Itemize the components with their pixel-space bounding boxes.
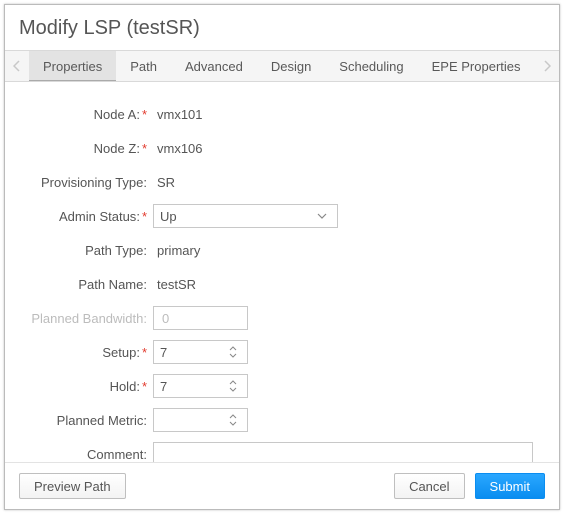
row-planned-bandwidth: Planned Bandwidth: <box>23 302 541 334</box>
properties-form: Node A:* vmx101 Node Z:* vmx106 Provisio… <box>5 82 559 462</box>
chevron-down-icon <box>313 213 331 219</box>
spinner-buttons-icon <box>225 380 241 392</box>
planned-metric-spinner[interactable] <box>153 408 248 432</box>
row-setup: Setup:* 7 <box>23 336 541 368</box>
modify-lsp-dialog: Modify LSP (testSR) Properties Path Adva… <box>4 4 560 510</box>
value-node-a: vmx101 <box>153 107 541 122</box>
hold-value: 7 <box>160 379 225 394</box>
cancel-button[interactable]: Cancel <box>394 473 464 499</box>
tabs-bar: Properties Path Advanced Design Scheduli… <box>5 50 559 82</box>
label-hold: Hold:* <box>23 379 153 394</box>
hold-spinner[interactable]: 7 <box>153 374 248 398</box>
comment-input[interactable] <box>153 442 533 462</box>
spinner-buttons-icon <box>225 414 241 426</box>
tab-scheduling[interactable]: Scheduling <box>325 51 417 81</box>
row-planned-metric: Planned Metric: <box>23 404 541 436</box>
tabs-scroll-left-icon[interactable] <box>5 51 29 81</box>
tab-epe-properties[interactable]: EPE Properties <box>418 51 535 81</box>
tab-label: Path <box>130 59 157 74</box>
row-provisioning-type: Provisioning Type: SR <box>23 166 541 198</box>
label-admin-status: Admin Status:* <box>23 209 153 224</box>
tab-label: Scheduling <box>339 59 403 74</box>
tab-path[interactable]: Path <box>116 51 171 81</box>
label-planned-bandwidth: Planned Bandwidth: <box>23 311 153 326</box>
row-node-z: Node Z:* vmx106 <box>23 132 541 164</box>
tabs-scroll-right-icon[interactable] <box>535 51 559 81</box>
setup-spinner[interactable]: 7 <box>153 340 248 364</box>
tab-label: Advanced <box>185 59 243 74</box>
tab-label: Properties <box>43 59 102 74</box>
dialog-footer: Preview Path Cancel Submit <box>5 462 559 509</box>
tab-advanced[interactable]: Advanced <box>171 51 257 81</box>
comment-field[interactable] <box>160 446 526 463</box>
label-comment: Comment: <box>23 447 153 462</box>
value-provisioning-type: SR <box>153 175 541 190</box>
submit-button[interactable]: Submit <box>475 473 545 499</box>
row-path-type: Path Type: primary <box>23 234 541 266</box>
preview-path-button[interactable]: Preview Path <box>19 473 126 499</box>
setup-value: 7 <box>160 345 225 360</box>
label-path-type: Path Type: <box>23 243 153 258</box>
planned-bandwidth-input <box>153 306 248 330</box>
label-node-a: Node A:* <box>23 107 153 122</box>
spinner-buttons-icon <box>225 346 241 358</box>
planned-bandwidth-field <box>160 310 241 327</box>
tab-label: Design <box>271 59 311 74</box>
row-path-name: Path Name: testSR <box>23 268 541 300</box>
row-hold: Hold:* 7 <box>23 370 541 402</box>
label-planned-metric: Planned Metric: <box>23 413 153 428</box>
admin-status-select[interactable]: Up <box>153 204 338 228</box>
value-path-type: primary <box>153 243 541 258</box>
dialog-title: Modify LSP (testSR) <box>5 5 559 50</box>
admin-status-value: Up <box>160 209 177 224</box>
label-provisioning-type: Provisioning Type: <box>23 175 153 190</box>
label-node-z: Node Z:* <box>23 141 153 156</box>
row-admin-status: Admin Status:* Up <box>23 200 541 232</box>
row-node-a: Node A:* vmx101 <box>23 98 541 130</box>
tab-label: EPE Properties <box>432 59 521 74</box>
tab-properties[interactable]: Properties <box>29 51 116 81</box>
row-comment: Comment: <box>23 438 541 462</box>
label-path-name: Path Name: <box>23 277 153 292</box>
tabs: Properties Path Advanced Design Scheduli… <box>29 51 535 81</box>
value-path-name: testSR <box>153 277 541 292</box>
value-node-z: vmx106 <box>153 141 541 156</box>
label-setup: Setup:* <box>23 345 153 360</box>
tab-design[interactable]: Design <box>257 51 325 81</box>
